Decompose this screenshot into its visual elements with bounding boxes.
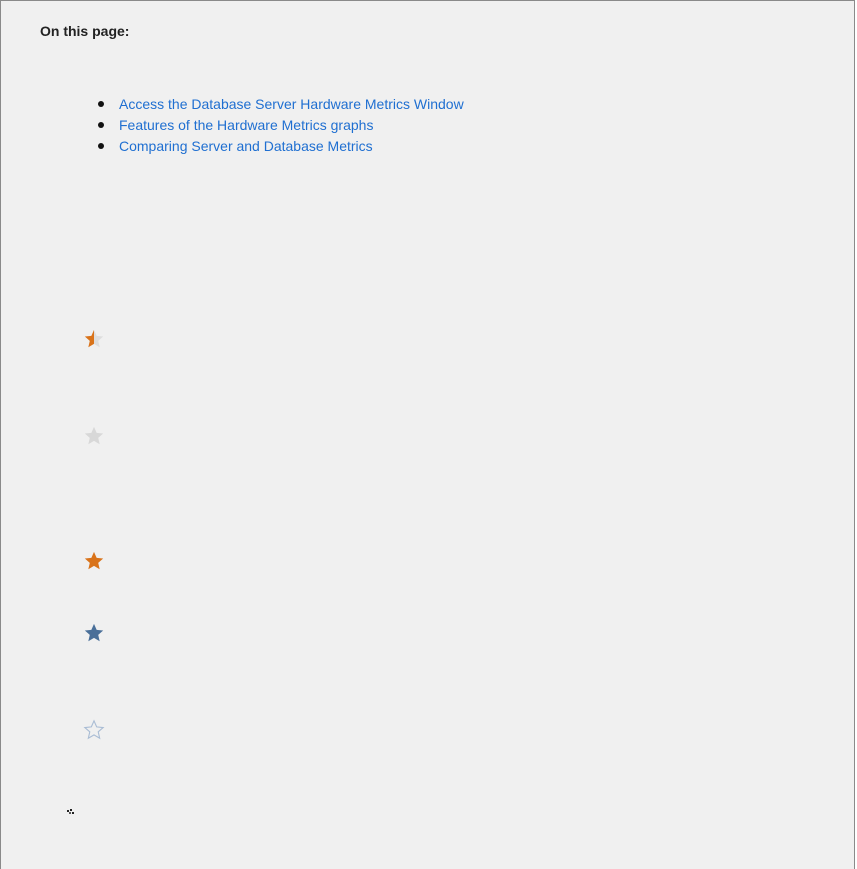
table-of-contents: Access the Database Server Hardware Metr…: [98, 94, 464, 157]
bullet-icon: [98, 143, 104, 149]
sparkle-icon: [67, 809, 74, 814]
blue-star-icon: [84, 623, 104, 642]
toc-item: Access the Database Server Hardware Metr…: [98, 94, 464, 115]
toc-link-access-hardware-metrics[interactable]: Access the Database Server Hardware Metr…: [119, 96, 464, 112]
toc-link-features-graphs[interactable]: Features of the Hardware Metrics graphs: [119, 117, 373, 133]
page-outline-panel: On this page: Access the Database Server…: [0, 0, 855, 869]
orange-star-icon: [84, 551, 104, 570]
bullet-icon: [98, 122, 104, 128]
half-star-icon: [84, 329, 104, 348]
outline-star-icon: [83, 719, 105, 740]
toc-item: Features of the Hardware Metrics graphs: [98, 115, 464, 136]
grey-star-icon: [84, 426, 104, 445]
bullet-icon: [98, 101, 104, 107]
toc-link-comparing-metrics[interactable]: Comparing Server and Database Metrics: [119, 138, 373, 154]
panel-title: On this page:: [40, 23, 130, 39]
toc-item: Comparing Server and Database Metrics: [98, 136, 464, 157]
